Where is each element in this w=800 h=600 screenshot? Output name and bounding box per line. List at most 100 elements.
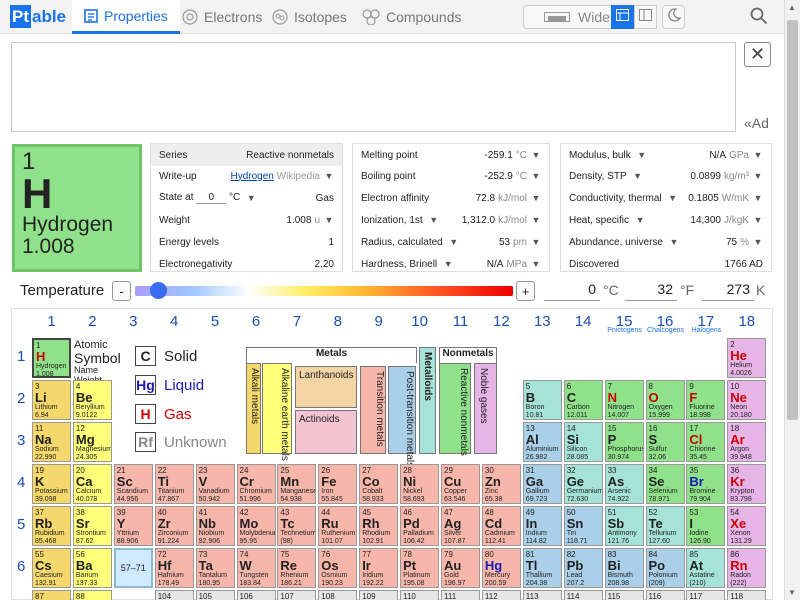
scroll-up-icon[interactable]: ▲ bbox=[788, 3, 796, 12]
state-temp-input[interactable]: 0 bbox=[196, 192, 227, 204]
chevron-down-icon[interactable]: ▼ bbox=[753, 237, 763, 247]
category-nonmetals[interactable]: Nonmetals bbox=[439, 347, 497, 363]
element-cell[interactable]: 37 Rb Rubidium 85.468 bbox=[32, 506, 71, 546]
close-button[interactable]: ✕ bbox=[744, 42, 771, 67]
element-cell[interactable]: 80 Hg Mercury 200.59 bbox=[481, 548, 521, 588]
rad-select[interactable]: Radius, calculated ▼ bbox=[361, 237, 499, 248]
element-cell[interactable]: 22 Ti Titanium 47.867 bbox=[154, 464, 194, 504]
element-cell[interactable]: 27 Co Cobalt 58.933 bbox=[359, 464, 399, 504]
element-cell[interactable]: 16 S Sulfur 32.06 bbox=[645, 422, 685, 462]
group-number[interactable]: 10 bbox=[400, 313, 440, 330]
temperature-slider-handle[interactable] bbox=[150, 282, 167, 299]
view-table-button[interactable] bbox=[611, 5, 634, 29]
dark-mode-button[interactable] bbox=[662, 5, 685, 29]
category-metals[interactable]: Metals bbox=[246, 347, 417, 363]
element-cell[interactable]: 21 Sc Scandium 44.956 bbox=[113, 464, 153, 504]
category-post-transition[interactable]: Post-transition metals bbox=[388, 366, 416, 467]
element-cell[interactable]: 51 Sb Antimony 121.76 bbox=[604, 506, 644, 546]
element-cell[interactable]: 38 Sr Strontium 87.62 bbox=[72, 506, 112, 546]
element-cell[interactable]: 107 bbox=[277, 590, 317, 600]
writeup-source[interactable]: Wikipedia bbox=[277, 171, 320, 182]
element-cell[interactable]: 20 Ca Calcium 40.078 bbox=[72, 464, 112, 504]
element-cell[interactable]: 106 bbox=[236, 590, 276, 600]
element-cell[interactable]: 13 Al Aluminium 26.982 bbox=[522, 422, 562, 462]
element-cell[interactable]: 24 Cr Chromium 51.996 bbox=[236, 464, 276, 504]
element-cell[interactable]: 81 Tl Thallium 204.38 bbox=[522, 548, 562, 588]
period-number[interactable]: 3 bbox=[17, 432, 31, 449]
group-number[interactable]: 6 bbox=[236, 313, 276, 330]
celsius-input[interactable]: 0 bbox=[544, 281, 600, 301]
element-cell[interactable]: 7 N Nitrogen 14.007 bbox=[604, 380, 644, 420]
group-number[interactable]: 2 bbox=[72, 313, 112, 330]
element-cell[interactable]: 110 bbox=[400, 590, 440, 600]
element-cell[interactable]: 34 Se Selenium 78.971 bbox=[645, 464, 685, 504]
hard-select[interactable]: Hardness, Brinell ▼ bbox=[361, 259, 487, 270]
group-number[interactable]: 14 bbox=[563, 313, 603, 330]
element-cell[interactable]: 39 Y Yttrium 88.906 bbox=[113, 506, 153, 546]
element-cell[interactable]: 12 Mg Magnesium 24.305 bbox=[72, 422, 112, 462]
period-number[interactable]: 5 bbox=[17, 516, 31, 533]
element-cell[interactable]: 3 Li Lithium 6.94 bbox=[32, 380, 71, 420]
element-cell[interactable]: 56 Ba Barium 137.33 bbox=[72, 548, 112, 588]
chevron-down-icon[interactable]: ▼ bbox=[531, 193, 541, 203]
view-split-button[interactable] bbox=[634, 5, 657, 29]
element-cell[interactable]: 41 Nb Niobium 92.906 bbox=[195, 506, 235, 546]
scroll-down-icon[interactable]: ▼ bbox=[788, 588, 796, 597]
element-cell[interactable]: 52 Te Tellurium 127.60 bbox=[645, 506, 685, 546]
element-cell[interactable]: 118 bbox=[727, 590, 767, 600]
group-number[interactable]: 5 bbox=[195, 313, 235, 330]
element-cell[interactable]: 108 bbox=[318, 590, 358, 600]
element-cell[interactable]: 9 F Fluorine 18.998 bbox=[686, 380, 726, 420]
group-number[interactable]: 13 bbox=[522, 313, 562, 330]
search-textarea[interactable] bbox=[11, 42, 736, 132]
element-cell[interactable]: 112 bbox=[481, 590, 521, 600]
chevron-down-icon[interactable]: ▼ bbox=[531, 259, 541, 269]
element-cell[interactable]: 74 W Tungsten 183.84 bbox=[236, 548, 276, 588]
element-cell[interactable]: 48 Cd Cadmium 112.41 bbox=[481, 506, 521, 546]
element-cell[interactable]: 113 bbox=[522, 590, 562, 600]
period-number[interactable]: 4 bbox=[17, 474, 31, 491]
category-actinoids[interactable]: Actinoids bbox=[295, 410, 357, 454]
element-cell[interactable]: 111 bbox=[441, 590, 480, 600]
chevron-down-icon[interactable]: ▼ bbox=[531, 237, 541, 247]
category-metalloids[interactable]: Metalloids bbox=[419, 347, 436, 454]
cond-select[interactable]: Conductivity, thermal ▼ bbox=[569, 193, 688, 204]
category-reactive[interactable]: Reactive nonmetals bbox=[439, 363, 471, 456]
element-cell[interactable]: 11 Na Sodium 22.990 bbox=[32, 422, 71, 462]
group-number[interactable]: 4 bbox=[154, 313, 194, 330]
chevron-down-icon[interactable]: ▼ bbox=[531, 171, 541, 181]
element-cell[interactable]: 54 Xe Xenon 131.29 bbox=[727, 506, 767, 546]
element-cell[interactable]: 10 Ne Neon 20.180 bbox=[727, 380, 767, 420]
element-cell[interactable]: 4 Be Beryllium 9.0122 bbox=[72, 380, 112, 420]
category-noble[interactable]: Noble gases bbox=[474, 363, 497, 454]
group-number[interactable]: 12 bbox=[481, 313, 521, 330]
element-cell[interactable]: 32 Ge Germanium 72.630 bbox=[563, 464, 603, 504]
element-cell[interactable]: 5 B Boron 10.81 bbox=[522, 380, 562, 420]
element-cell[interactable]: 18 Ar Argon 39.948 bbox=[727, 422, 767, 462]
scroll-thumb[interactable] bbox=[787, 20, 798, 420]
element-cell[interactable]: 31 Ga Gallium 69.723 bbox=[522, 464, 562, 504]
chevron-down-icon[interactable]: ▼ bbox=[324, 171, 334, 181]
element-cell[interactable]: 114 bbox=[563, 590, 603, 600]
tab-electrons[interactable]: Electrons bbox=[182, 0, 262, 34]
scrollbar[interactable]: ▲ ▼ bbox=[784, 0, 800, 600]
element-cell[interactable]: 46 Pd Palladium 106.42 bbox=[400, 506, 440, 546]
element-cell[interactable]: 33 As Arsenic 74.922 bbox=[604, 464, 644, 504]
element-cell[interactable]: 17 Cl Chlorine 35.45 bbox=[686, 422, 726, 462]
chevron-down-icon[interactable]: ▼ bbox=[753, 150, 763, 160]
element-cell[interactable]: 35 Br Bromine 79.904 bbox=[686, 464, 726, 504]
tab-properties[interactable]: Properties bbox=[72, 0, 180, 34]
dens-select[interactable]: Density, STP ▼ bbox=[569, 171, 690, 182]
element-cell[interactable]: 2 He Helium 4.0026 bbox=[727, 338, 767, 378]
element-cell[interactable]: 44 Ru Ruthenium 101.07 bbox=[318, 506, 358, 546]
element-cell[interactable]: 15 P Phosphorus 30.974 bbox=[604, 422, 644, 462]
heat-select[interactable]: Heat, specific ▼ bbox=[569, 215, 690, 226]
period-number[interactable]: 6 bbox=[17, 558, 31, 575]
group-number[interactable]: 11 bbox=[441, 313, 481, 330]
element-cell[interactable]: 49 In Indium 114.82 bbox=[522, 506, 562, 546]
element-cell[interactable]: 45 Rh Rhodium 102.91 bbox=[359, 506, 399, 546]
tab-compounds[interactable]: Compounds bbox=[362, 0, 462, 34]
element-cell[interactable]: 26 Fe Iron 55.845 bbox=[318, 464, 358, 504]
element-cell[interactable]: 36 Kr Krypton 83.798 bbox=[727, 464, 767, 504]
element-cell[interactable]: 109 bbox=[359, 590, 399, 600]
